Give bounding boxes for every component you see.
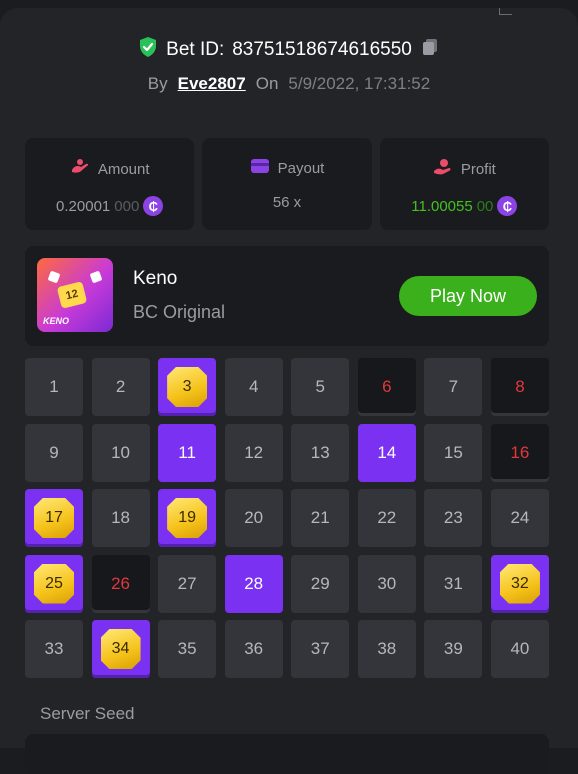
profit-value-dim: 00 (476, 197, 494, 215)
profit-value: 11.00055 00 ₵ (411, 196, 518, 216)
play-now-button[interactable]: Play Now (399, 276, 537, 316)
coin-icon: ₵ (143, 196, 164, 216)
bet-header: Bet ID: 83751518674616550 By Eve2807 On … (0, 36, 578, 94)
keno-cell-3[interactable]: 3 (158, 358, 217, 416)
keno-cell-2[interactable]: 2 (91, 358, 150, 416)
profit-card: Profit 11.00055 00 ₵ (379, 138, 549, 230)
keno-cell-28[interactable]: 28 (224, 554, 283, 613)
keno-cell-38[interactable]: 38 (357, 620, 416, 678)
keno-cell-30[interactable]: 30 (357, 554, 416, 613)
keno-cell-25[interactable]: 25 (25, 554, 83, 613)
keno-cell-9[interactable]: 9 (25, 423, 83, 482)
server-seed-field[interactable] (25, 734, 549, 774)
profit-icon (433, 158, 453, 180)
keno-cell-21[interactable]: 21 (291, 489, 350, 547)
keno-cell-13[interactable]: 13 (291, 423, 350, 482)
amount-card: Amount 0.20001 000 ₵ (25, 138, 195, 230)
keno-cell-29[interactable]: 29 (291, 554, 350, 613)
coin-icon: ₵ (497, 196, 518, 216)
keno-cell-5[interactable]: 5 (291, 358, 350, 416)
copy-icon[interactable] (420, 37, 440, 63)
payout-label: Payout (277, 159, 325, 177)
keno-cell-10[interactable]: 10 (91, 423, 150, 482)
payout-value: 56 x (272, 194, 302, 211)
keno-cell-7[interactable]: 7 (424, 358, 483, 416)
keno-cell-40[interactable]: 40 (490, 620, 549, 678)
game-name: Keno (133, 268, 178, 289)
keno-cell-15[interactable]: 15 (424, 423, 483, 482)
profit-value-main: 11.00055 (411, 197, 473, 215)
keno-cell-32[interactable]: 32 (490, 554, 549, 613)
amount-value-dim: 000 (114, 197, 140, 215)
user-link[interactable]: Eve2807 (178, 74, 246, 94)
keno-cell-19[interactable]: 19 (158, 489, 217, 547)
amount-icon (70, 158, 90, 180)
server-seed-label: Server Seed (40, 704, 135, 723)
shield-check-icon (138, 36, 158, 64)
keno-cell-27[interactable]: 27 (158, 554, 217, 613)
keno-cell-14[interactable]: 14 (357, 423, 416, 482)
die-icon (89, 270, 103, 284)
bet-id-value: 83751518674616550 (232, 39, 412, 60)
keno-cell-18[interactable]: 18 (91, 489, 150, 547)
keno-cell-6[interactable]: 6 (357, 358, 416, 416)
keno-cell-12[interactable]: 12 (224, 423, 283, 482)
card-icon (250, 158, 270, 178)
keno-cell-26[interactable]: 26 (91, 554, 150, 613)
stats-row: Amount 0.20001000 ₵ Payout 56 x Profit (25, 138, 549, 230)
bet-datetime: 5/9/2022, 17:31:52 (288, 74, 431, 93)
keno-cell-11[interactable]: 11 (158, 423, 217, 482)
by-label: By (147, 74, 168, 93)
keno-cell-1[interactable]: 1 (25, 358, 83, 416)
keno-cell-8[interactable]: 8 (490, 358, 549, 416)
bet-id-line: Bet ID: 83751518674616550 (0, 36, 578, 64)
keno-cell-34[interactable]: 34 (91, 620, 150, 678)
payout-card: Payout 56 x (202, 138, 372, 230)
gem-icon: 34 (100, 629, 141, 669)
game-card: 12 KENO Keno BC Original Play Now (25, 246, 549, 346)
keno-cell-31[interactable]: 31 (424, 554, 483, 613)
keno-cell-24[interactable]: 24 (490, 489, 549, 547)
bet-id-label: Bet ID: (166, 39, 225, 60)
amount-value-main: 0.20001 (56, 197, 111, 215)
keno-cell-36[interactable]: 36 (224, 620, 283, 678)
keno-cell-17[interactable]: 17 (25, 489, 83, 547)
bet-detail-panel: Bet ID: 83751518674616550 By Eve2807 On … (0, 8, 578, 774)
gem-icon: 32 (499, 563, 540, 604)
gem-icon: 3 (167, 367, 208, 407)
keno-cell-23[interactable]: 23 (424, 489, 483, 547)
gem-icon: 25 (34, 563, 74, 604)
amount-value: 0.20001 000 ₵ (56, 196, 164, 216)
keno-cell-35[interactable]: 35 (158, 620, 217, 678)
keno-cell-4[interactable]: 4 (224, 358, 283, 416)
keno-cell-33[interactable]: 33 (25, 620, 83, 678)
thumb-title: KENO (43, 316, 70, 326)
die-icon (47, 270, 61, 284)
bet-meta-line: By Eve2807 On 5/9/2022, 17:31:52 (0, 74, 578, 94)
keno-cell-37[interactable]: 37 (291, 620, 350, 678)
thumb-number: 12 (56, 281, 88, 309)
close-icon[interactable] (499, 8, 512, 15)
game-provider: BC Original (133, 302, 226, 322)
keno-cell-22[interactable]: 22 (357, 489, 416, 547)
gem-icon: 19 (167, 498, 208, 538)
profit-label: Profit (460, 160, 496, 178)
gem-icon: 17 (34, 498, 74, 538)
keno-cell-39[interactable]: 39 (424, 620, 483, 678)
keno-thumbnail[interactable]: 12 KENO (37, 258, 113, 332)
keno-board: 1 2 3 4 5 6 7 8 9 10 11 12 13 14 15 16 17 18 19 20 21 22 23 24 2… (25, 358, 549, 678)
keno-cell-16[interactable]: 16 (490, 423, 549, 482)
amount-label: Amount (97, 160, 150, 178)
on-label: On (255, 74, 279, 93)
keno-cell-20[interactable]: 20 (224, 489, 283, 547)
